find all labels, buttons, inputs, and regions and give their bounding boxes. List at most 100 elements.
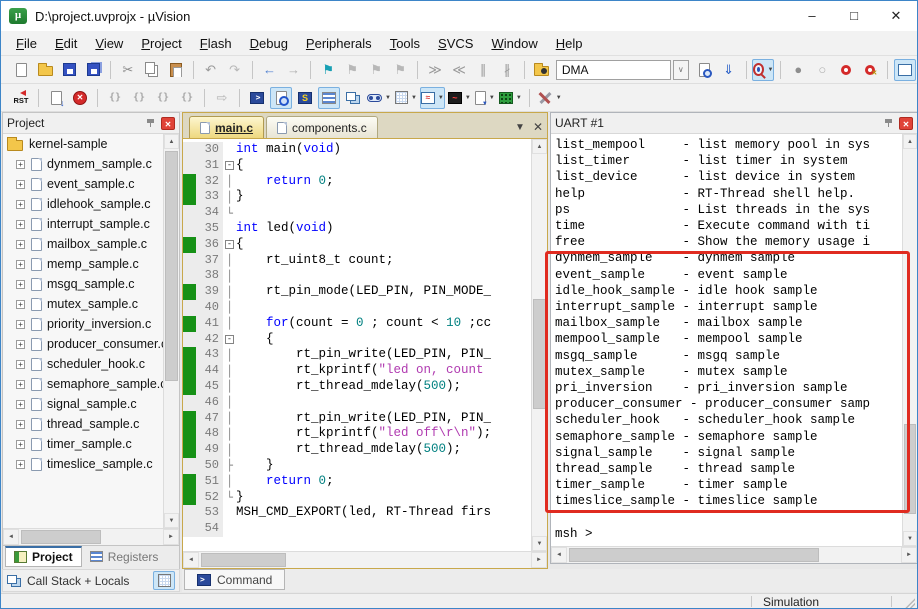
find-in-files-button[interactable]	[531, 59, 553, 81]
tree-item-thread_sample[interactable]: + thread_sample.c	[3, 414, 179, 434]
menu-item-debug[interactable]: Debug	[241, 33, 297, 54]
code-line[interactable]: 43 │ rt_pin_write(LED_PIN, PIN_	[183, 347, 531, 364]
symbols-window-button[interactable]	[342, 87, 364, 109]
menu-item-edit[interactable]: Edit	[46, 33, 86, 54]
code-line[interactable]: 36-{	[183, 236, 531, 253]
enable-disable-breakpoint-button[interactable]: ○	[811, 59, 833, 81]
project-tree-scrollbar[interactable]: ▲ ▼	[163, 134, 179, 528]
editor-hscrollbar[interactable]: ◄ ►	[183, 551, 547, 568]
expand-icon[interactable]: +	[16, 299, 25, 309]
scroll-left-icon[interactable]: ◄	[183, 552, 199, 568]
code-line[interactable]: 40 │	[183, 299, 531, 316]
command-window-button[interactable]: >	[246, 87, 268, 109]
code-line[interactable]: 52 └}	[183, 489, 531, 506]
code-line[interactable]: 42- {	[183, 331, 531, 348]
goto-previous-bookmark-button[interactable]: ⚑	[365, 59, 387, 81]
editor-tab-components.c[interactable]: components.c	[266, 116, 378, 138]
close-button[interactable]: ✕	[875, 1, 917, 31]
stop-debug-button[interactable]: ✕	[69, 87, 91, 109]
incremental-find-button[interactable]: ⇓	[718, 59, 740, 81]
copy-button[interactable]	[141, 59, 163, 81]
code-line[interactable]: 33 │}	[183, 189, 531, 206]
tree-item-mutex_sample[interactable]: + mutex_sample.c	[3, 294, 179, 314]
scrollbar-thumb[interactable]	[165, 151, 178, 381]
fold-collapse-icon[interactable]: -	[225, 161, 234, 171]
scroll-down-icon[interactable]: ▼	[164, 513, 179, 528]
open-folder-button[interactable]	[34, 59, 56, 81]
expand-icon[interactable]: +	[16, 339, 25, 349]
code-line[interactable]: 32 │ return 0;	[183, 173, 531, 190]
close-panel-icon[interactable]: ✕	[161, 116, 175, 130]
tree-item-producer_consumer[interactable]: + producer_consumer.c	[3, 334, 179, 354]
logic-analyzer-button[interactable]: ~ ▼	[447, 87, 472, 109]
indent-button[interactable]: ≫	[424, 59, 446, 81]
menu-item-help[interactable]: Help	[547, 33, 592, 54]
tree-item-timer_sample[interactable]: + timer_sample.c	[3, 434, 179, 454]
insert-breakpoint-button[interactable]: ●	[787, 59, 809, 81]
expand-icon[interactable]: +	[16, 259, 25, 269]
memory-window-button[interactable]: ▼	[394, 87, 418, 109]
save-button[interactable]	[58, 59, 80, 81]
outdent-button[interactable]: ≪	[448, 59, 470, 81]
watch-window-button[interactable]: ▼	[366, 87, 392, 109]
maximize-button[interactable]: □	[833, 1, 875, 31]
registers-window-button[interactable]	[318, 86, 340, 109]
disable-all-breakpoints-button[interactable]	[835, 59, 857, 81]
callstack-label[interactable]: Call Stack + Locals	[27, 574, 147, 588]
configure-tools-button[interactable]: ▼	[536, 87, 563, 109]
run-button[interactable]: ⇨	[211, 87, 233, 109]
code-line[interactable]: 48 │ rt_kprintf("led off\r\n");	[183, 426, 531, 443]
fold-gutter[interactable]: -	[223, 332, 236, 348]
scroll-right-icon[interactable]: ►	[163, 529, 179, 545]
navigate-forward-button[interactable]: →	[282, 59, 304, 81]
scroll-right-icon[interactable]: ►	[531, 552, 547, 568]
quick-find-combo[interactable]: DMA	[555, 59, 671, 80]
scrollbar-thumb[interactable]	[533, 299, 546, 409]
close-panel-icon[interactable]: ✕	[899, 116, 913, 130]
redo-button[interactable]: ↷	[224, 59, 246, 81]
expand-icon[interactable]: +	[16, 379, 25, 389]
menu-item-flash[interactable]: Flash	[191, 33, 241, 54]
tree-item-event_sample[interactable]: + event_sample.c	[3, 174, 179, 194]
show-next-statement-button[interactable]	[45, 87, 67, 109]
tree-item-kernel-sample[interactable]: kernel-sample	[3, 134, 179, 154]
disassembly-window-button[interactable]	[270, 86, 292, 109]
pin-icon[interactable]	[884, 118, 894, 128]
toolbox-button[interactable]: ▼	[498, 87, 523, 109]
expand-icon[interactable]: +	[16, 279, 25, 289]
code-line[interactable]: 53 MSH_CMD_EXPORT(led, RT-Thread firs	[183, 505, 531, 522]
navigate-back-button[interactable]: ←	[258, 59, 280, 81]
code-line[interactable]: 37 │ rt_uint8_t count;	[183, 252, 531, 269]
code-line[interactable]: 35 int led(void)	[183, 220, 531, 237]
tab-registers[interactable]: Registers	[82, 546, 167, 567]
uart-vscrollbar[interactable]: ▲ ▼	[902, 134, 917, 546]
code-line[interactable]: 54	[183, 521, 531, 537]
menu-item-view[interactable]: View	[86, 33, 132, 54]
clear-all-bookmarks-button[interactable]: ⚑	[389, 59, 411, 81]
resize-grip-icon[interactable]	[904, 597, 915, 608]
menu-item-tools[interactable]: Tools	[381, 33, 429, 54]
run-to-cursor-button[interactable]: {}	[176, 87, 198, 109]
scrollbar-thumb[interactable]	[904, 424, 916, 514]
undo-button[interactable]: ↶	[200, 59, 222, 81]
code-line[interactable]: 46 │	[183, 394, 531, 411]
expand-icon[interactable]: +	[16, 419, 25, 429]
save-all-button[interactable]	[82, 59, 104, 81]
code-line[interactable]: 49 │ rt_thread_mdelay(500);	[183, 442, 531, 458]
tree-item-semaphore_sample[interactable]: + semaphore_sample.c	[3, 374, 179, 394]
code-line[interactable]: 30 int main(void)	[183, 142, 531, 158]
scroll-up-icon[interactable]: ▲	[903, 134, 917, 149]
expand-icon[interactable]: +	[16, 459, 25, 469]
code-line[interactable]: 38 │	[183, 268, 531, 285]
combo-dropdown-icon[interactable]: ∨	[672, 59, 689, 80]
system-viewer-button[interactable]: ▼	[474, 87, 496, 109]
scroll-left-icon[interactable]: ◄	[551, 547, 567, 563]
scroll-right-icon[interactable]: ►	[901, 547, 917, 563]
kill-all-breakpoints-button[interactable]	[859, 59, 881, 81]
tab-command[interactable]: > Command	[184, 569, 286, 590]
step-over-button[interactable]: {}	[128, 87, 150, 109]
reset-button[interactable]: RST	[10, 87, 32, 109]
expand-icon[interactable]: +	[16, 159, 25, 169]
scroll-down-icon[interactable]: ▼	[532, 536, 547, 551]
run-to-cursor-line-button[interactable]: ▼	[752, 58, 775, 81]
